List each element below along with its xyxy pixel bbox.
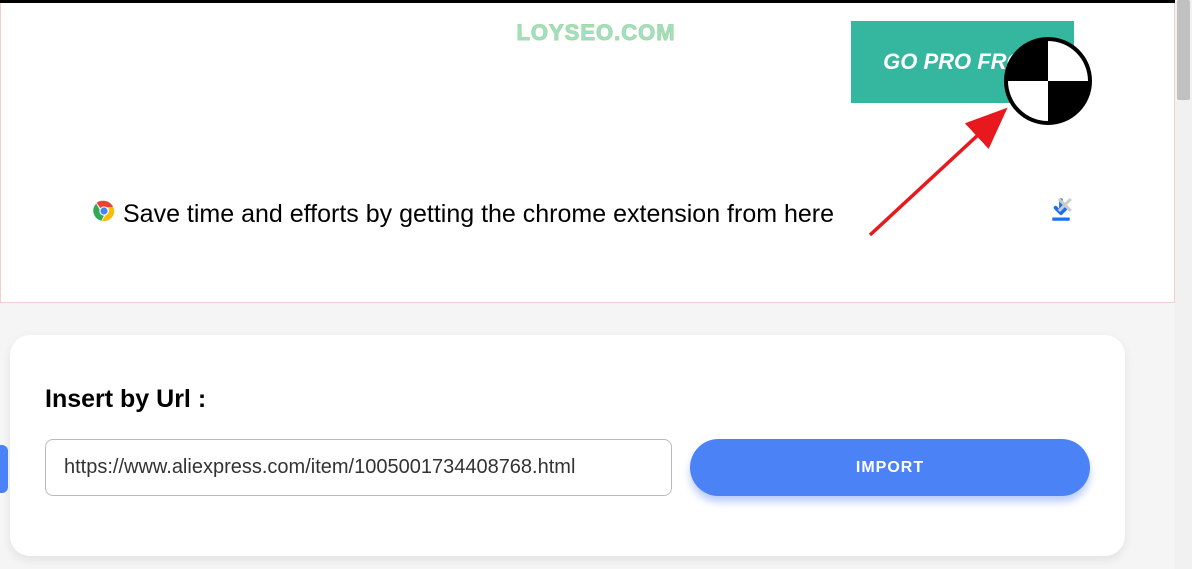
banner-section: GO PRO FROM Save time and efforts by get… bbox=[0, 3, 1175, 303]
vertical-scrollbar[interactable] bbox=[1175, 0, 1192, 569]
insert-url-panel: Insert by Url : IMPORT bbox=[10, 335, 1125, 556]
insert-url-title: Insert by Url : bbox=[45, 385, 1090, 414]
chrome-icon bbox=[93, 200, 115, 229]
banner-text: Save time and efforts by getting the chr… bbox=[123, 200, 1038, 229]
scrollbar-thumb[interactable] bbox=[1177, 0, 1190, 100]
watermark-text: LOYSEO.COM bbox=[516, 20, 675, 46]
left-edge-indicator bbox=[0, 445, 8, 493]
import-button[interactable]: IMPORT bbox=[690, 439, 1090, 496]
import-button-label: IMPORT bbox=[856, 459, 924, 476]
close-banner-button[interactable]: ✕ bbox=[1056, 193, 1074, 219]
loading-spinner-icon bbox=[1002, 35, 1094, 127]
insert-url-row: IMPORT bbox=[45, 439, 1090, 496]
url-input[interactable] bbox=[45, 439, 672, 496]
extension-banner: Save time and efforts by getting the chr… bbox=[93, 198, 1074, 231]
